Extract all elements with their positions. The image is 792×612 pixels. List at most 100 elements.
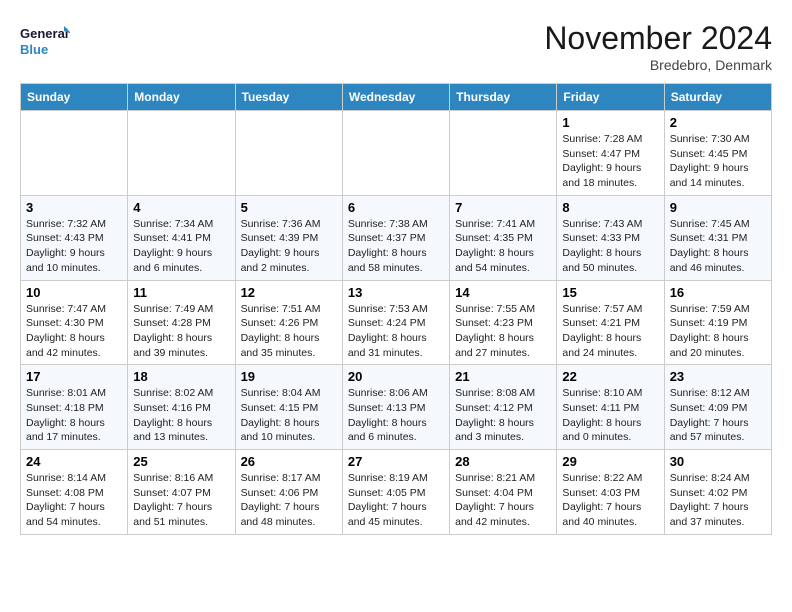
day-info: Sunrise: 8:24 AMSunset: 4:02 PMDaylight:… — [670, 471, 766, 530]
weekday-header-row: SundayMondayTuesdayWednesdayThursdayFrid… — [21, 84, 772, 111]
day-number: 13 — [348, 285, 444, 300]
weekday-header: Saturday — [664, 84, 771, 111]
day-info: Sunrise: 8:19 AMSunset: 4:05 PMDaylight:… — [348, 471, 444, 530]
calendar-cell: 2 Sunrise: 7:30 AMSunset: 4:45 PMDaylight… — [664, 111, 771, 196]
day-info: Sunrise: 8:10 AMSunset: 4:11 PMDaylight:… — [562, 386, 658, 445]
calendar-cell: 28 Sunrise: 8:21 AMSunset: 4:04 PMDayligh… — [450, 450, 557, 535]
day-info: Sunrise: 7:59 AMSunset: 4:19 PMDaylight:… — [670, 302, 766, 361]
calendar-week-row: 1 Sunrise: 7:28 AMSunset: 4:47 PMDaylight… — [21, 111, 772, 196]
day-info: Sunrise: 8:17 AMSunset: 4:06 PMDaylight:… — [241, 471, 337, 530]
calendar-cell: 18 Sunrise: 8:02 AMSunset: 4:16 PMDayligh… — [128, 365, 235, 450]
calendar-cell: 3 Sunrise: 7:32 AMSunset: 4:43 PMDaylight… — [21, 195, 128, 280]
calendar-cell: 6 Sunrise: 7:38 AMSunset: 4:37 PMDaylight… — [342, 195, 449, 280]
day-info: Sunrise: 7:38 AMSunset: 4:37 PMDaylight:… — [348, 217, 444, 276]
day-number: 7 — [455, 200, 551, 215]
day-number: 26 — [241, 454, 337, 469]
svg-text:Blue: Blue — [20, 42, 48, 57]
calendar-cell: 10 Sunrise: 7:47 AMSunset: 4:30 PMDayligh… — [21, 280, 128, 365]
day-number: 3 — [26, 200, 122, 215]
day-info: Sunrise: 8:12 AMSunset: 4:09 PMDaylight:… — [670, 386, 766, 445]
calendar-cell: 7 Sunrise: 7:41 AMSunset: 4:35 PMDaylight… — [450, 195, 557, 280]
calendar-cell: 19Sunrise: 8:04 AMSunset: 4:15 PMDayligh… — [235, 365, 342, 450]
day-info: Sunrise: 7:28 AMSunset: 4:47 PMDaylight:… — [562, 132, 658, 191]
day-number: 1 — [562, 115, 658, 130]
day-info: Sunrise: 7:57 AMSunset: 4:21 PMDaylight:… — [562, 302, 658, 361]
calendar-cell: 8 Sunrise: 7:43 AMSunset: 4:33 PMDaylight… — [557, 195, 664, 280]
day-number: 15 — [562, 285, 658, 300]
day-number: 25 — [133, 454, 229, 469]
calendar-cell — [235, 111, 342, 196]
day-info: Sunrise: 7:34 AMSunset: 4:41 PMDaylight:… — [133, 217, 229, 276]
day-info: Sunrise: 7:41 AMSunset: 4:35 PMDaylight:… — [455, 217, 551, 276]
calendar-week-row: 24 Sunrise: 8:14 AMSunset: 4:08 PMDayligh… — [21, 450, 772, 535]
day-info: Sunrise: 8:04 AMSunset: 4:15 PMDaylight:… — [241, 386, 337, 445]
calendar-cell: 23 Sunrise: 8:12 AMSunset: 4:09 PMDayligh… — [664, 365, 771, 450]
day-number: 4 — [133, 200, 229, 215]
calendar-cell: 1 Sunrise: 7:28 AMSunset: 4:47 PMDaylight… — [557, 111, 664, 196]
page-header: General Blue November 2024 Bredebro, Den… — [20, 20, 772, 73]
logo: General Blue — [20, 20, 70, 64]
calendar-cell: 26 Sunrise: 8:17 AMSunset: 4:06 PMDayligh… — [235, 450, 342, 535]
calendar-cell: 22 Sunrise: 8:10 AMSunset: 4:11 PMDayligh… — [557, 365, 664, 450]
calendar-week-row: 10 Sunrise: 7:47 AMSunset: 4:30 PMDayligh… — [21, 280, 772, 365]
day-number: 27 — [348, 454, 444, 469]
calendar-cell: 12 Sunrise: 7:51 AMSunset: 4:26 PMDayligh… — [235, 280, 342, 365]
day-info: Sunrise: 7:47 AMSunset: 4:30 PMDaylight:… — [26, 302, 122, 361]
calendar-cell: 9Sunrise: 7:45 AMSunset: 4:31 PMDaylight… — [664, 195, 771, 280]
day-number: 2 — [670, 115, 766, 130]
day-number: 11 — [133, 285, 229, 300]
day-info: Sunrise: 8:02 AMSunset: 4:16 PMDaylight:… — [133, 386, 229, 445]
day-number: 12 — [241, 285, 337, 300]
day-number: 30 — [670, 454, 766, 469]
calendar-cell — [342, 111, 449, 196]
month-title: November 2024 — [544, 20, 772, 57]
day-info: Sunrise: 7:53 AMSunset: 4:24 PMDaylight:… — [348, 302, 444, 361]
calendar-cell: 5 Sunrise: 7:36 AMSunset: 4:39 PMDaylight… — [235, 195, 342, 280]
day-number: 6 — [348, 200, 444, 215]
calendar-cell: 11Sunrise: 7:49 AMSunset: 4:28 PMDayligh… — [128, 280, 235, 365]
calendar-cell — [128, 111, 235, 196]
day-number: 16 — [670, 285, 766, 300]
weekday-header: Wednesday — [342, 84, 449, 111]
day-number: 28 — [455, 454, 551, 469]
day-number: 21 — [455, 369, 551, 384]
calendar-week-row: 17Sunrise: 8:01 AMSunset: 4:18 PMDayligh… — [21, 365, 772, 450]
day-info: Sunrise: 7:36 AMSunset: 4:39 PMDaylight:… — [241, 217, 337, 276]
day-number: 9 — [670, 200, 766, 215]
weekday-header: Tuesday — [235, 84, 342, 111]
day-info: Sunrise: 7:32 AMSunset: 4:43 PMDaylight:… — [26, 217, 122, 276]
calendar-week-row: 3 Sunrise: 7:32 AMSunset: 4:43 PMDaylight… — [21, 195, 772, 280]
day-info: Sunrise: 7:51 AMSunset: 4:26 PMDaylight:… — [241, 302, 337, 361]
calendar-cell: 4 Sunrise: 7:34 AMSunset: 4:41 PMDaylight… — [128, 195, 235, 280]
day-info: Sunrise: 7:30 AMSunset: 4:45 PMDaylight:… — [670, 132, 766, 191]
calendar-cell: 21Sunrise: 8:08 AMSunset: 4:12 PMDayligh… — [450, 365, 557, 450]
day-number: 10 — [26, 285, 122, 300]
day-number: 17 — [26, 369, 122, 384]
day-number: 18 — [133, 369, 229, 384]
day-info: Sunrise: 8:06 AMSunset: 4:13 PMDaylight:… — [348, 386, 444, 445]
calendar-cell: 30 Sunrise: 8:24 AMSunset: 4:02 PMDayligh… — [664, 450, 771, 535]
calendar-table: SundayMondayTuesdayWednesdayThursdayFrid… — [20, 83, 772, 535]
day-info: Sunrise: 8:21 AMSunset: 4:04 PMDaylight:… — [455, 471, 551, 530]
calendar-cell: 24 Sunrise: 8:14 AMSunset: 4:08 PMDayligh… — [21, 450, 128, 535]
calendar-cell: 20 Sunrise: 8:06 AMSunset: 4:13 PMDayligh… — [342, 365, 449, 450]
title-block: November 2024 Bredebro, Denmark — [544, 20, 772, 73]
day-info: Sunrise: 7:43 AMSunset: 4:33 PMDaylight:… — [562, 217, 658, 276]
weekday-header: Monday — [128, 84, 235, 111]
calendar-cell — [450, 111, 557, 196]
day-number: 24 — [26, 454, 122, 469]
calendar-cell: 27 Sunrise: 8:19 AMSunset: 4:05 PMDayligh… — [342, 450, 449, 535]
day-info: Sunrise: 8:22 AMSunset: 4:03 PMDaylight:… — [562, 471, 658, 530]
day-number: 8 — [562, 200, 658, 215]
day-number: 23 — [670, 369, 766, 384]
day-info: Sunrise: 8:16 AMSunset: 4:07 PMDaylight:… — [133, 471, 229, 530]
day-number: 22 — [562, 369, 658, 384]
calendar-cell: 14Sunrise: 7:55 AMSunset: 4:23 PMDayligh… — [450, 280, 557, 365]
weekday-header: Friday — [557, 84, 664, 111]
day-info: Sunrise: 8:14 AMSunset: 4:08 PMDaylight:… — [26, 471, 122, 530]
day-number: 5 — [241, 200, 337, 215]
calendar-cell: 29Sunrise: 8:22 AMSunset: 4:03 PMDayligh… — [557, 450, 664, 535]
weekday-header: Sunday — [21, 84, 128, 111]
calendar-cell: 16 Sunrise: 7:59 AMSunset: 4:19 PMDayligh… — [664, 280, 771, 365]
day-number: 20 — [348, 369, 444, 384]
